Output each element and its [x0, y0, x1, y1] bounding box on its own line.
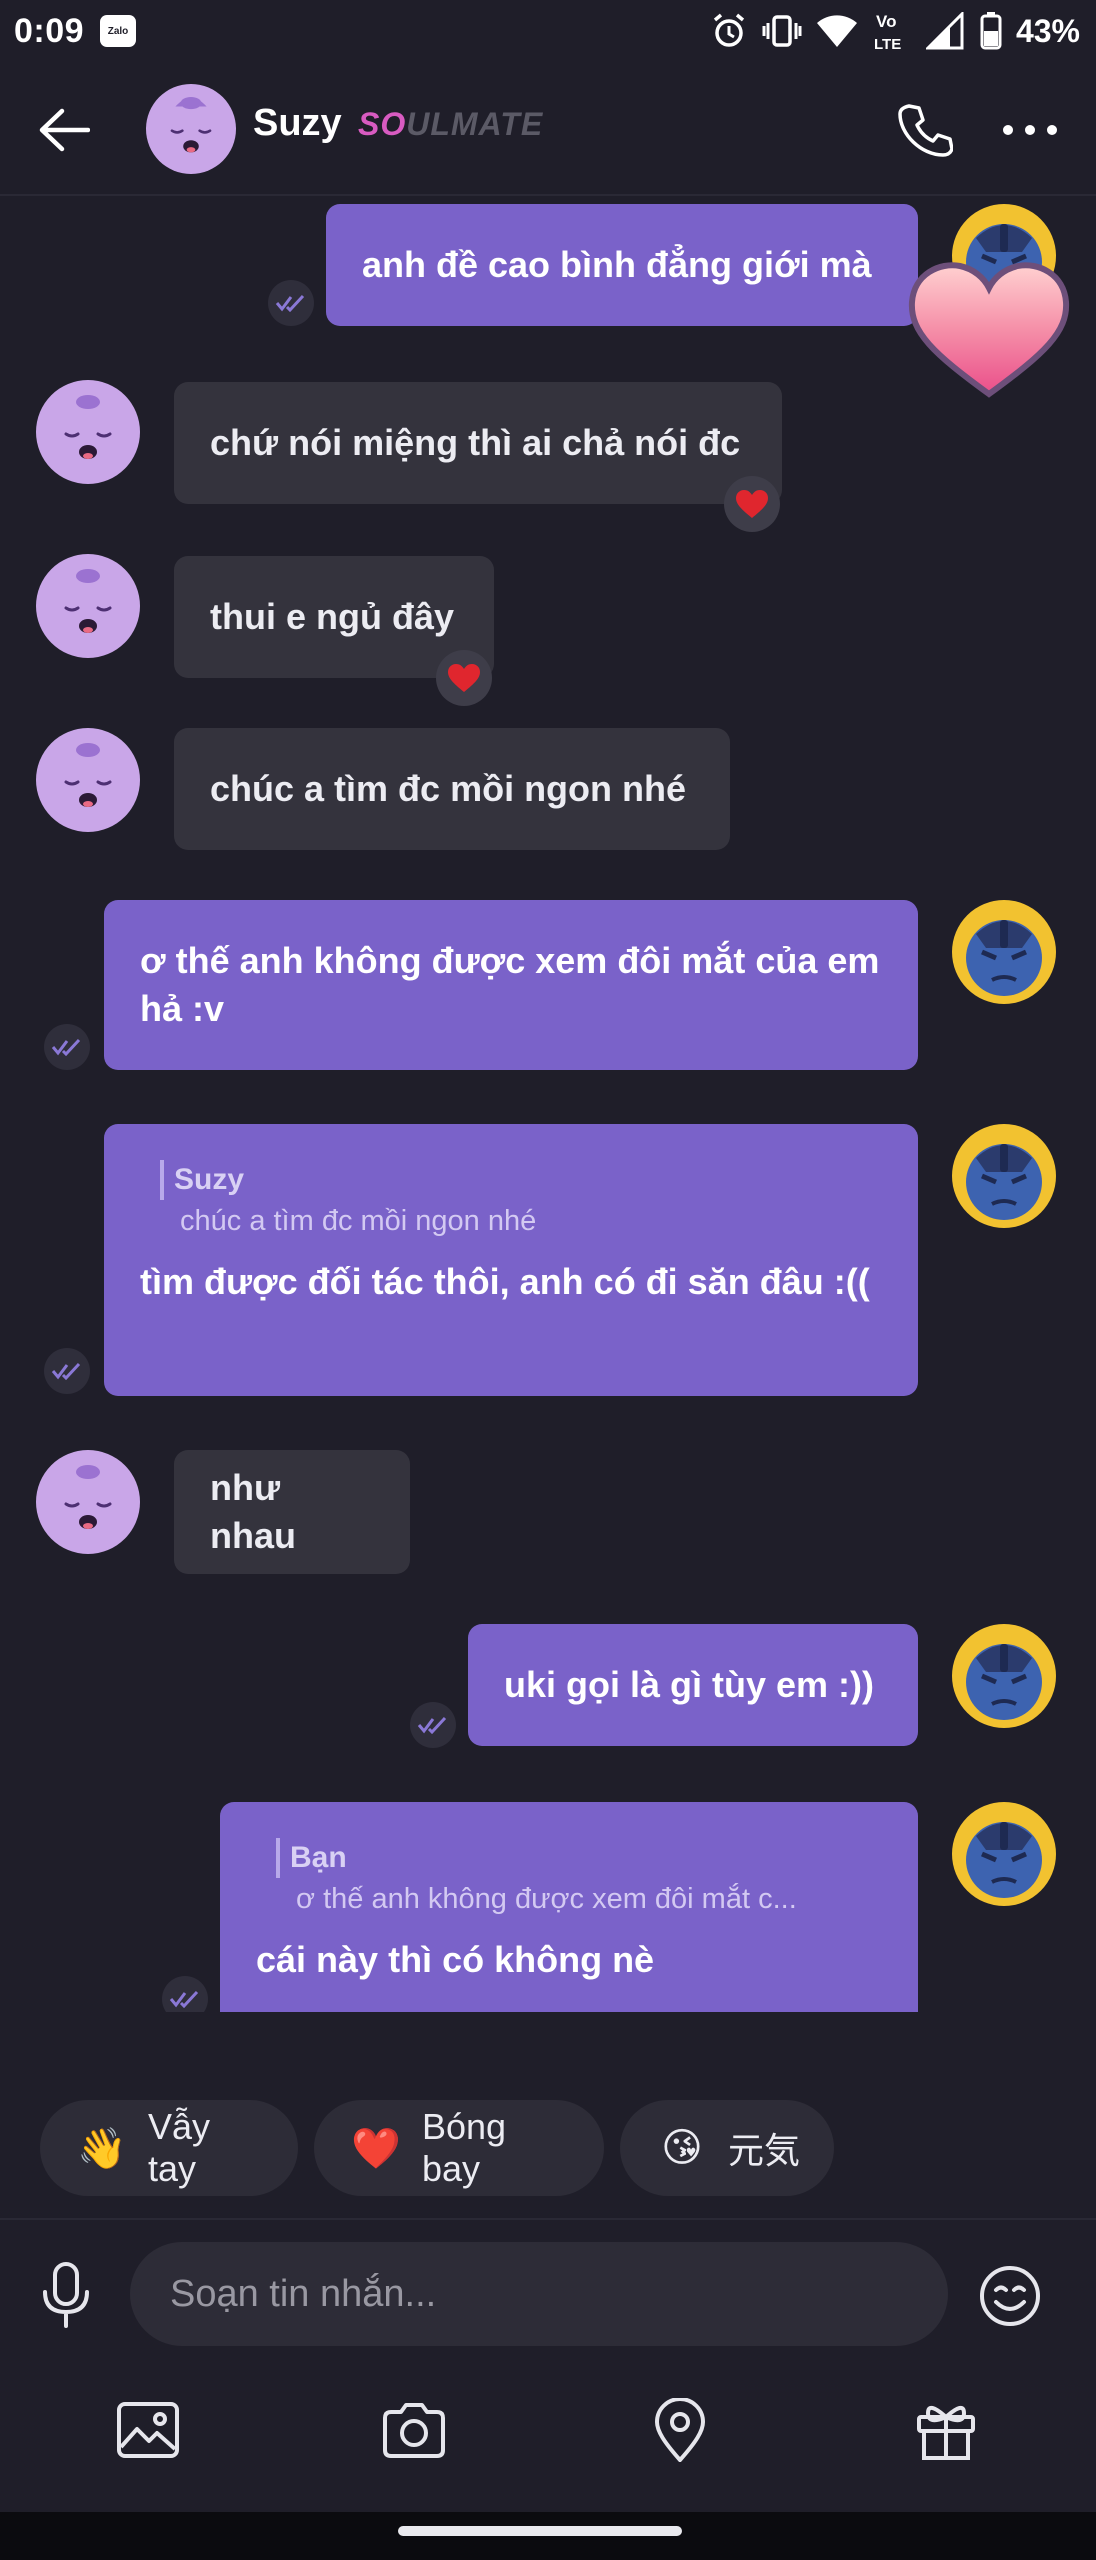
contact-avatar[interactable]	[36, 728, 140, 832]
more-options-button[interactable]	[998, 98, 1062, 162]
signal-icon	[925, 12, 966, 50]
more-dots-icon	[1003, 125, 1057, 135]
home-indicator[interactable]	[398, 2526, 682, 2536]
chip-label: 元気	[728, 2130, 801, 2171]
read-receipt-icon	[162, 1976, 208, 2012]
attachment-toolbar	[0, 2390, 1096, 2480]
quick-reply-bar: 👋 Vẫy tay ❤️ Bóng bay 😘 元気	[0, 2100, 1096, 2196]
outgoing-message[interactable]: ơ thế anh không được xem đôi mắt của em …	[104, 900, 918, 1070]
read-receipt-icon	[44, 1024, 90, 1070]
status-icons: Vo LTE 43%	[710, 8, 1080, 54]
message-text: tìm được đối tác thôi, anh có đi săn đâu…	[140, 1261, 870, 1302]
waving-hand-icon: 👋	[77, 2126, 127, 2171]
wifi-icon	[816, 13, 858, 49]
message-text: như nhau	[210, 1467, 296, 1556]
zalo-notification-icon: Zalo	[100, 15, 136, 47]
incoming-message[interactable]: chúc a tìm đc mồi ngon nhé	[174, 728, 730, 850]
message-text: cái này thì có không nè	[256, 1939, 655, 1980]
svg-text:Vo: Vo	[876, 12, 896, 31]
location-icon	[654, 2398, 706, 2462]
message-text: chúc a tìm đc mồi ngon nhé	[210, 768, 687, 809]
status-bar: 0:09 Zalo Vo LTE 43%	[0, 0, 1096, 62]
message-text: chứ nói miệng thì ai chả nói đc	[210, 422, 741, 463]
incoming-message[interactable]: như nhau	[174, 1450, 410, 1574]
outgoing-reply-message[interactable]: Suzy chúc a tìm đc mồi ngon nhé tìm được…	[104, 1124, 918, 1396]
message-text: anh đề cao bình đẳng giới mà	[362, 244, 872, 285]
emoji-icon	[980, 2266, 1040, 2326]
heart-icon	[736, 490, 768, 518]
outgoing-message[interactable]: anh đề cao bình đẳng giới mà	[326, 204, 918, 326]
alarm-icon	[710, 12, 748, 50]
kiss-face-icon: 😘	[661, 2126, 703, 2170]
chip-label: Bóng bay	[422, 2106, 507, 2189]
microphone-icon	[43, 2262, 89, 2328]
location-button[interactable]	[640, 2390, 720, 2470]
quoted-sender: Bạn	[276, 1838, 882, 1878]
message-list[interactable]: anh đề cao bình đẳng giới mà chứ nói miệ…	[0, 198, 1096, 2012]
incoming-message[interactable]: chứ nói miệng thì ai chả nói đc	[174, 382, 782, 504]
system-nav-bar	[0, 2512, 1096, 2560]
message-input[interactable]	[130, 2242, 948, 2346]
outgoing-message[interactable]: uki gọi là gì tùy em :))	[468, 1624, 918, 1746]
message-text: ơ thế anh không được xem đôi mắt của em …	[140, 940, 880, 1029]
contact-avatar[interactable]	[36, 1450, 140, 1554]
camera-button[interactable]	[374, 2390, 454, 2470]
user-avatar[interactable]	[952, 1802, 1056, 1906]
message-text: uki gọi là gì tùy em :))	[504, 1664, 875, 1705]
big-heart-reaction[interactable]	[904, 254, 1074, 404]
heart-reaction[interactable]	[724, 476, 780, 532]
call-button[interactable]	[893, 98, 957, 162]
read-receipt-icon	[44, 1348, 90, 1394]
soulmate-badge: SOULMATE	[358, 106, 543, 143]
contact-name[interactable]: Suzy	[253, 102, 342, 145]
emoji-button[interactable]	[976, 2262, 1044, 2330]
camera-icon	[383, 2403, 445, 2458]
contact-avatar[interactable]	[36, 380, 140, 484]
quoted-text: ơ thế anh không được xem đôi mắt c...	[296, 1883, 797, 1915]
badge-part-2: ULMATE	[406, 106, 544, 142]
heart-icon	[448, 664, 480, 692]
chip-label: Vẫy tay	[148, 2106, 211, 2189]
quoted-text: chúc a tìm đc mồi ngon nhé	[180, 1205, 537, 1237]
badge-part-1: SO	[358, 106, 407, 142]
quoted-sender: Suzy	[160, 1160, 882, 1200]
read-receipt-icon	[410, 1702, 456, 1748]
svg-text:LTE: LTE	[874, 36, 901, 53]
gift-icon	[917, 2405, 975, 2460]
back-button[interactable]	[36, 102, 92, 158]
quick-reply-chip[interactable]: 👋 Vẫy tay	[40, 2100, 298, 2196]
vibrate-icon	[762, 12, 802, 50]
quick-reply-chip[interactable]: ❤️ Bóng bay	[314, 2100, 604, 2196]
gift-button[interactable]	[906, 2390, 986, 2470]
contact-avatar[interactable]	[36, 554, 140, 658]
voice-message-button[interactable]	[36, 2262, 96, 2328]
quick-reply-chip[interactable]: 😘 元気	[620, 2100, 834, 2196]
heart-icon: ❤️	[351, 2126, 401, 2171]
user-avatar[interactable]	[952, 1124, 1056, 1228]
battery-icon	[980, 12, 1002, 50]
heart-reaction[interactable]	[436, 650, 492, 706]
user-avatar[interactable]	[952, 900, 1056, 1004]
message-text: thui e ngủ đây	[210, 596, 455, 637]
status-time: 0:09	[14, 12, 85, 50]
gallery-button[interactable]	[108, 2390, 188, 2470]
chat-header: Suzy SOULMATE	[0, 62, 1096, 196]
read-receipt-icon	[268, 280, 314, 326]
battery-percent: 43%	[1015, 12, 1080, 49]
phone-icon	[898, 104, 953, 157]
image-icon	[117, 2402, 179, 2458]
outgoing-reply-message[interactable]: Bạn ơ thế anh không được xem đôi mắt c..…	[220, 1802, 918, 2012]
volte-icon: Vo LTE	[872, 9, 912, 53]
contact-avatar[interactable]	[146, 84, 236, 174]
user-avatar[interactable]	[952, 1624, 1056, 1728]
back-arrow-icon	[39, 108, 90, 152]
composer-divider	[0, 2218, 1096, 2220]
